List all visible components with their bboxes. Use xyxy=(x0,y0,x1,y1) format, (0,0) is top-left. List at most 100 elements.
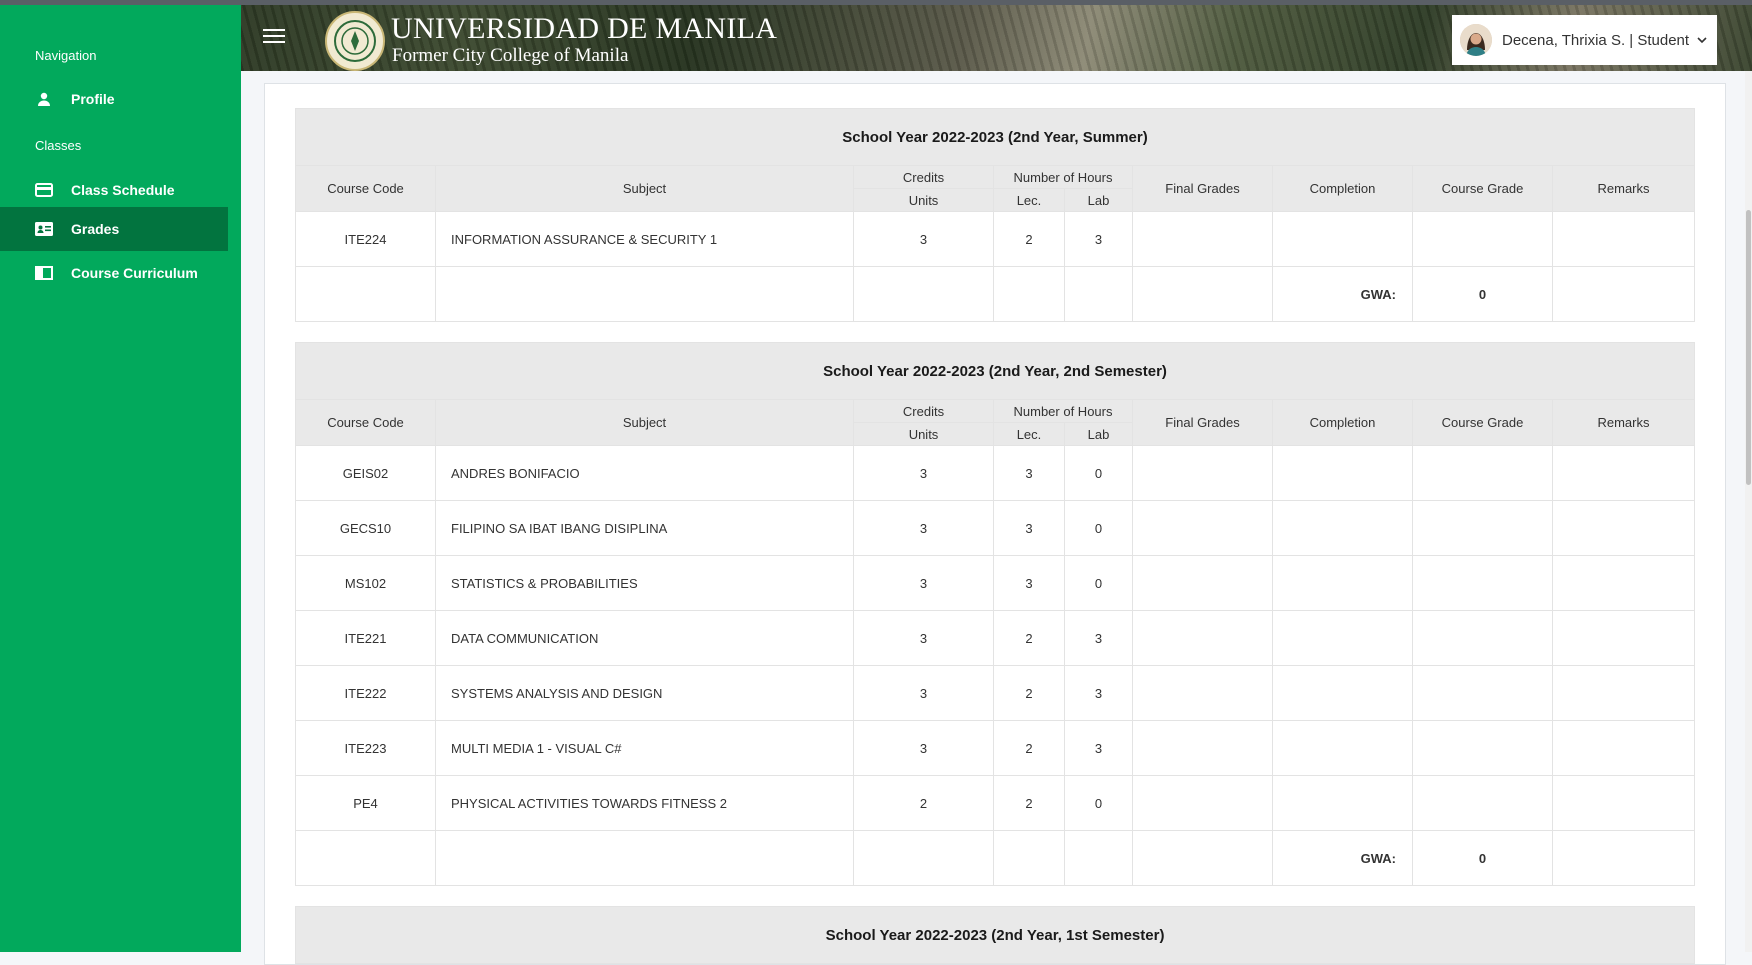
hamburger-menu-icon[interactable] xyxy=(263,29,285,47)
course-remarks xyxy=(1552,445,1695,501)
course-remarks xyxy=(1552,610,1695,666)
col-final-grades: Final Grades xyxy=(1132,165,1273,212)
gwa-value: 0 xyxy=(1412,830,1553,886)
course-lab: 0 xyxy=(1064,445,1133,501)
course-grade xyxy=(1412,720,1553,776)
col-final-grades: Final Grades xyxy=(1132,399,1273,446)
course-grade xyxy=(1412,211,1553,267)
course-code: ITE224 xyxy=(295,211,436,267)
course-grade xyxy=(1412,555,1553,611)
course-grade xyxy=(1412,500,1553,556)
course-lab: 3 xyxy=(1064,610,1133,666)
table-row: ITE224 INFORMATION ASSURANCE & SECURITY … xyxy=(295,211,1696,267)
course-lab: 3 xyxy=(1064,665,1133,721)
gwa-value: 0 xyxy=(1412,266,1553,322)
course-lec: 2 xyxy=(993,211,1065,267)
user-name-label: Decena, Thrixia S. | Student xyxy=(1502,31,1690,49)
table-row: PE4 PHYSICAL ACTIVITIES TOWARDS FITNESS … xyxy=(295,775,1695,831)
term-title: School Year 2022-2023 (2nd Year, 1st Sem… xyxy=(294,906,1696,964)
course-units: 3 xyxy=(853,500,994,556)
course-lec: 2 xyxy=(993,720,1065,776)
col-remarks: Remarks xyxy=(1551,165,1696,212)
course-final xyxy=(1132,775,1273,831)
term-title: School Year 2022-2023 (2nd Year, Summer) xyxy=(294,108,1696,166)
course-remarks xyxy=(1551,211,1696,267)
course-remarks xyxy=(1552,555,1695,611)
col-lec: Lec. xyxy=(993,188,1065,212)
course-final xyxy=(1132,500,1273,556)
col-credits: Credits xyxy=(853,399,994,423)
col-course-code: Course Code xyxy=(295,399,436,446)
top-header: UNIVERSIDAD DE MANILA Former City Colleg… xyxy=(241,5,1752,71)
table-row: ITE222 SYSTEMS ANALYSIS AND DESIGN 3 2 3 xyxy=(295,665,1695,721)
course-code: MS102 xyxy=(295,555,436,611)
col-lec: Lec. xyxy=(993,422,1065,446)
avatar xyxy=(1460,24,1492,56)
course-code: ITE222 xyxy=(295,665,436,721)
university-seal-logo xyxy=(325,11,385,71)
user-icon xyxy=(34,89,54,109)
sidebar-item-course-curriculum[interactable]: Course Curriculum xyxy=(0,251,228,295)
course-completion xyxy=(1272,720,1413,776)
course-grade xyxy=(1412,665,1553,721)
course-subject: ANDRES BONIFACIO xyxy=(435,445,854,501)
course-grade xyxy=(1412,610,1553,666)
course-completion xyxy=(1272,211,1413,267)
course-units: 3 xyxy=(853,445,994,501)
course-lec: 2 xyxy=(993,665,1065,721)
course-lab: 3 xyxy=(1064,211,1133,267)
course-remarks xyxy=(1552,775,1695,831)
gwa-label: GWA: xyxy=(1272,266,1413,322)
course-grade xyxy=(1412,775,1553,831)
course-lec: 3 xyxy=(993,555,1065,611)
col-completion: Completion xyxy=(1272,399,1413,446)
user-menu-dropdown[interactable]: Decena, Thrixia S. | Student xyxy=(1452,15,1717,65)
col-course-code: Course Code xyxy=(295,165,436,212)
course-subject: FILIPINO SA IBAT IBANG DISIPLINA xyxy=(435,500,854,556)
course-units: 3 xyxy=(853,211,994,267)
scrollbar-thumb[interactable] xyxy=(1746,210,1751,485)
sidebar-item-label: Grades xyxy=(71,221,120,237)
sidebar-item-label: Course Curriculum xyxy=(71,265,198,281)
scrollbar-track[interactable] xyxy=(1745,71,1752,952)
grades-table-1st-semester: School Year 2022-2023 (2nd Year, 1st Sem… xyxy=(294,906,1696,964)
course-units: 3 xyxy=(853,555,994,611)
course-code: GECS10 xyxy=(295,500,436,556)
col-units: Units xyxy=(853,422,994,446)
university-name: UNIVERSIDAD DE MANILA xyxy=(391,12,778,45)
course-lec: 3 xyxy=(993,500,1065,556)
gwa-row: GWA: 0 xyxy=(295,830,1695,886)
table-row: MS102 STATISTICS & PROBABILITIES 3 3 0 xyxy=(295,555,1695,611)
course-subject: STATISTICS & PROBABILITIES xyxy=(435,555,854,611)
col-units: Units xyxy=(853,188,994,212)
course-code: PE4 xyxy=(295,775,436,831)
col-course-grade: Course Grade xyxy=(1412,399,1553,446)
col-lab: Lab xyxy=(1064,188,1133,212)
chevron-down-icon xyxy=(1697,35,1707,45)
course-lab: 3 xyxy=(1064,720,1133,776)
col-course-grade: Course Grade xyxy=(1412,165,1553,212)
sidebar-item-label: Class Schedule xyxy=(71,182,175,198)
sidebar-item-label: Profile xyxy=(71,91,115,107)
course-final xyxy=(1132,555,1273,611)
gwa-label: GWA: xyxy=(1272,830,1413,886)
grades-table-2nd-semester: School Year 2022-2023 (2nd Year, 2nd Sem… xyxy=(295,342,1695,886)
table-row: ITE221 DATA COMMUNICATION 3 2 3 xyxy=(295,610,1695,666)
col-credits: Credits xyxy=(853,165,994,189)
col-subject: Subject xyxy=(435,165,854,212)
course-lab: 0 xyxy=(1064,500,1133,556)
course-code: ITE221 xyxy=(295,610,436,666)
course-subject: DATA COMMUNICATION xyxy=(435,610,854,666)
table-row: GECS10 FILIPINO SA IBAT IBANG DISIPLINA … xyxy=(295,500,1695,556)
course-lab: 0 xyxy=(1064,555,1133,611)
sidebar-heading-navigation: Navigation xyxy=(35,48,97,63)
col-subject: Subject xyxy=(435,399,854,446)
sidebar-item-profile[interactable]: Profile xyxy=(0,77,228,121)
course-final xyxy=(1132,211,1273,267)
sidebar-item-grades[interactable]: Grades xyxy=(0,207,228,251)
course-grade xyxy=(1412,445,1553,501)
sidebar-item-class-schedule[interactable]: Class Schedule xyxy=(0,168,228,212)
course-final xyxy=(1132,445,1273,501)
book-icon xyxy=(34,263,54,283)
course-units: 3 xyxy=(853,720,994,776)
